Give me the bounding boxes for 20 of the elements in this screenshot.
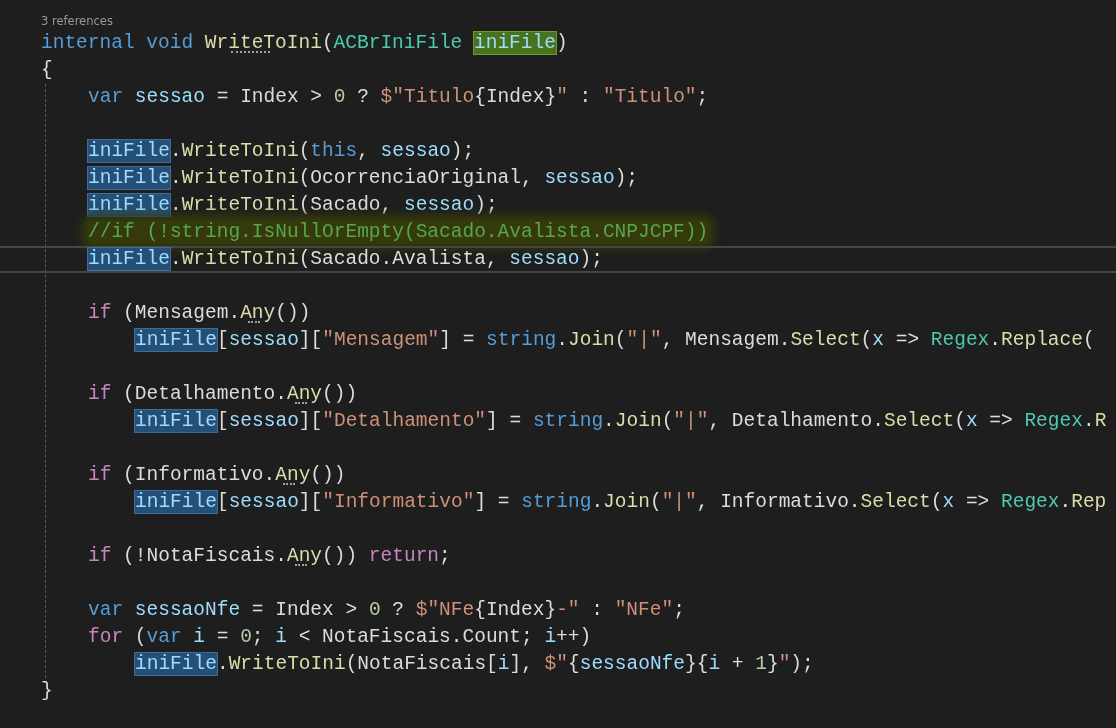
code-line: iniFile[sessao]["Mensagem"] = string.Join("|", Mensagem.Select(x => Regex.Replace(: [134, 328, 1096, 353]
code-line: if (Mensagem.Any()): [87, 301, 312, 326]
code-line: var sessaoNfe = Index > 0 ? $"NFe{Index}-" : "NFe";: [87, 598, 686, 623]
code-line: iniFile[sessao]["Informativo"] = string.Join("|", Informativo.Select(x => Regex.Rep: [134, 490, 1108, 515]
references-link[interactable]: 3 references: [41, 12, 113, 30]
code-line: iniFile[sessao]["Detalhamento"] = string.Join("|", Detalhamento.Select(x => Regex.R: [134, 409, 1108, 434]
code-line: internal void WriteToIni(ACBrIniFile iniFile): [40, 31, 569, 56]
code-comment: //if (!string.IsNullOrEmpty(Sacado.Avalista.CNPJCPF)): [87, 220, 710, 245]
code-line: iniFile.WriteToIni(this, sessao);: [87, 139, 476, 164]
code-line: if (!NotaFiscais.Any()) return;: [87, 544, 452, 569]
code-line: if (Detalhamento.Any()): [87, 382, 359, 407]
code-line: iniFile.WriteToIni(Sacado.Avalista, sessao);: [0, 246, 1116, 273]
code-line: iniFile.WriteToIni(OcorrenciaOriginal, sessao);: [87, 166, 640, 191]
code-line: {: [40, 58, 54, 83]
code-line: iniFile.WriteToIni(Sacado, sessao);: [87, 193, 499, 218]
code-line: var sessao = Index > 0 ? $"Titulo{Index}" : "Titulo";: [87, 85, 710, 110]
code-line: }: [40, 679, 54, 704]
code-line: if (Informativo.Any()): [87, 463, 347, 488]
code-line: for (var i = 0; i < NotaFiscais.Count; i++): [87, 625, 593, 650]
code-line: iniFile.WriteToIni(NotaFiscais[i], $"{sessaoNfe}{i + 1}");: [134, 652, 815, 677]
